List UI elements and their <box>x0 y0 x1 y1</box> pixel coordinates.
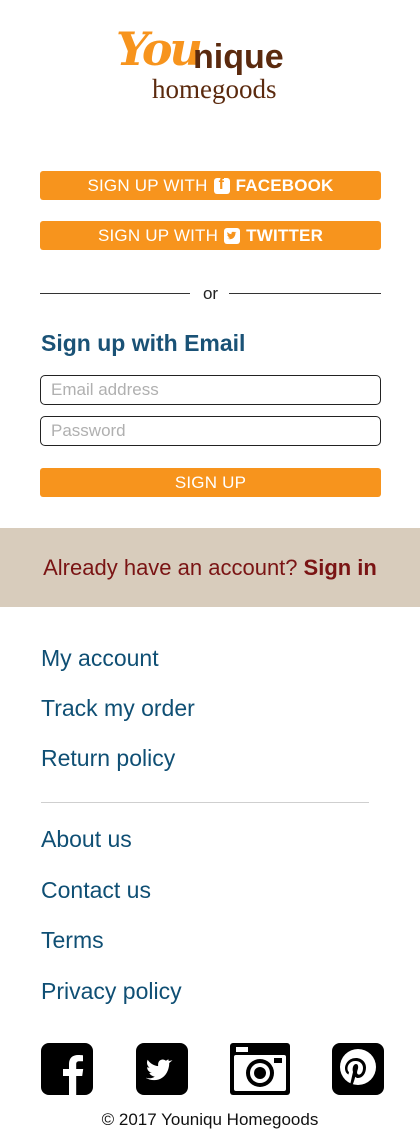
footer-divider <box>41 802 369 803</box>
facebook-button-name: FACEBOOK <box>235 175 334 195</box>
twitter-button-name: TWITTER <box>246 225 324 245</box>
copyright-text: © 2017 Youniqu Homegoods <box>101 1110 319 1129</box>
email-signup-heading: Sign up with Email <box>41 330 246 356</box>
password-field[interactable] <box>40 416 381 446</box>
twitter-icon <box>224 227 241 244</box>
facebook-icon[interactable] <box>41 1043 93 1095</box>
footer-link-my-account[interactable]: My account <box>41 645 159 672</box>
footer-link-about-us[interactable]: About us <box>41 826 132 853</box>
twitter-button-prefix: SIGN UP WITH <box>97 225 219 245</box>
footer-link-track-order[interactable]: Track my order <box>41 695 195 722</box>
or-divider: or <box>40 282 381 306</box>
footer-link-return-policy[interactable]: Return policy <box>41 745 175 772</box>
footer-link-contact-us[interactable]: Contact us <box>41 877 151 904</box>
signup-submit-label: SIGN UP <box>174 472 247 492</box>
facebook-button-prefix: SIGN UP WITH <box>87 175 208 195</box>
signin-prompt-text: Already have an account? <box>43 554 298 580</box>
footer-link-terms[interactable]: Terms <box>41 927 104 954</box>
twitter-icon[interactable] <box>136 1043 188 1095</box>
footer-link-privacy-policy[interactable]: Privacy policy <box>41 978 182 1005</box>
logo-homegoods-text: homegoods <box>152 74 277 104</box>
or-line-right <box>229 293 381 294</box>
facebook-icon <box>213 176 230 194</box>
instagram-icon[interactable] <box>230 1043 290 1095</box>
logo-nique-text: nique <box>193 38 284 76</box>
or-text: or <box>202 284 219 303</box>
signin-prompt-band: Already have an account? Sign in <box>0 528 420 607</box>
signup-submit-button[interactable]: SIGN UP <box>40 468 381 497</box>
pinterest-icon[interactable] <box>332 1043 384 1095</box>
signup-twitter-button[interactable]: SIGN UP WITH TWITTER <box>40 221 381 250</box>
email-field[interactable] <box>40 375 381 405</box>
logo-you-text: You <box>116 22 203 76</box>
brand-logo[interactable]: You nique homegoods <box>0 22 420 112</box>
signup-facebook-button[interactable]: SIGN UP WITH FACEBOOK <box>40 171 381 200</box>
signin-link[interactable]: Sign in <box>304 555 377 581</box>
